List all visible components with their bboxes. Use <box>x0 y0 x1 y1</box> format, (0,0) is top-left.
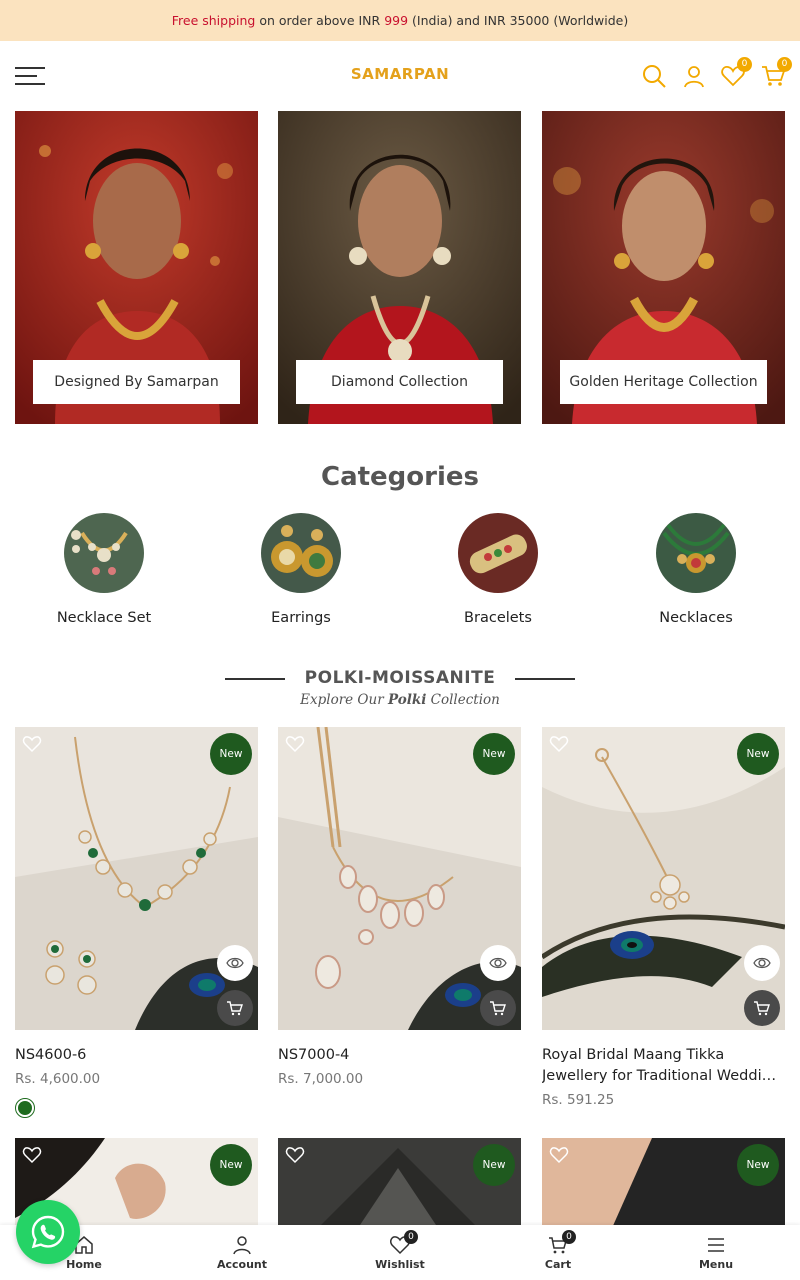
collection-banner-designed[interactable]: Designed By Samarpan <box>15 111 258 424</box>
category-label: Earrings <box>271 610 331 626</box>
collection-label[interactable]: Diamond Collection <box>296 360 503 404</box>
product-name[interactable]: NS4600-6 <box>15 1045 258 1066</box>
cart-count-badge: 0 <box>562 1230 576 1244</box>
new-badge: New <box>737 1144 779 1186</box>
cart-icon[interactable] <box>217 990 253 1026</box>
announcement-text: on order above INR <box>255 13 385 28</box>
eye-icon[interactable] <box>217 945 253 981</box>
section-title: POLKI-MOISSANITE <box>304 668 496 688</box>
heart-icon[interactable] <box>549 1145 569 1165</box>
collection-banner-golden[interactable]: Golden Heritage Collection <box>542 111 785 424</box>
account-icon[interactable] <box>681 63 707 89</box>
subtitle-pre: Explore Our <box>300 692 388 708</box>
category-necklaces[interactable]: Necklaces <box>606 513 786 633</box>
product-image[interactable]: New <box>15 727 258 1030</box>
wishlist-icon[interactable]: 0 <box>720 57 752 89</box>
product-image[interactable]: New <box>542 1138 785 1228</box>
cart-icon[interactable]: 0 <box>760 57 792 89</box>
wishlist-count-badge: 0 <box>737 57 752 72</box>
heart-icon[interactable] <box>549 734 569 754</box>
nav-cart[interactable]: 0 Cart <box>478 1225 638 1280</box>
new-badge: New <box>210 733 252 775</box>
collection-label[interactable]: Golden Heritage Collection <box>560 360 767 404</box>
category-bracelets[interactable]: Bracelets <box>408 513 588 633</box>
heart-icon[interactable] <box>22 734 42 754</box>
nav-label: Menu <box>698 1258 734 1271</box>
category-image <box>656 513 736 593</box>
bottom-navigation: Home Account 0 Wishlist 0 Cart Menu <box>0 1225 800 1280</box>
menu-icon[interactable] <box>15 67 45 85</box>
new-badge: New <box>737 733 779 775</box>
category-label: Necklace Set <box>56 610 152 626</box>
nav-menu[interactable]: Menu <box>636 1225 796 1280</box>
product-name[interactable]: NS7000-4 <box>278 1045 521 1066</box>
product-image[interactable]: New <box>542 727 785 1030</box>
category-image <box>261 513 341 593</box>
product-image[interactable]: New <box>278 727 521 1030</box>
category-label: Bracelets <box>464 610 532 626</box>
menu-icon <box>708 1238 724 1252</box>
nav-account[interactable]: Account <box>162 1225 322 1280</box>
product-price: Rs. 4,600.00 <box>15 1071 101 1087</box>
nav-label: Account <box>216 1258 268 1271</box>
heart-icon[interactable] <box>22 1145 42 1165</box>
new-badge: New <box>473 1144 515 1186</box>
nav-label: Wishlist <box>375 1258 425 1271</box>
product-price: Rs. 7,000.00 <box>278 1071 364 1087</box>
category-earrings[interactable]: Earrings <box>211 513 391 633</box>
new-badge: New <box>473 733 515 775</box>
product-image[interactable]: New <box>278 1138 521 1228</box>
search-icon[interactable] <box>641 63 667 89</box>
cart-count-badge: 0 <box>777 57 792 72</box>
site-header: SAMARPAN 0 0 <box>0 41 800 111</box>
subtitle-post: Collection <box>426 692 500 708</box>
categories-heading: Categories <box>320 462 479 492</box>
collection-banner-diamond[interactable]: Diamond Collection <box>278 111 521 424</box>
announcement-text-end: (India) and INR 35000 (Worldwide) <box>408 13 629 28</box>
announcement-bar: Free shipping on order above INR 999 (In… <box>0 0 800 41</box>
eye-icon[interactable] <box>480 945 516 981</box>
subtitle-bold: Polki <box>387 692 427 708</box>
nav-wishlist[interactable]: 0 Wishlist <box>320 1225 480 1280</box>
site-logo[interactable]: SAMARPAN <box>330 65 470 83</box>
category-label: Necklaces <box>659 610 733 626</box>
cart-icon[interactable] <box>744 990 780 1026</box>
new-badge: New <box>210 1144 252 1186</box>
nav-label: Home <box>66 1258 102 1271</box>
cart-icon[interactable] <box>480 990 516 1026</box>
product-price: Rs. 591.25 <box>542 1092 615 1108</box>
heart-icon[interactable] <box>285 1145 305 1165</box>
eye-icon[interactable] <box>744 945 780 981</box>
color-swatch[interactable] <box>15 1098 35 1118</box>
section-subtitle: Explore Our Polki Collection <box>0 692 800 708</box>
account-icon <box>233 1236 251 1255</box>
category-image <box>64 513 144 593</box>
category-necklace-set[interactable]: Necklace Set <box>14 513 194 633</box>
free-shipping-text: Free shipping <box>171 13 256 28</box>
wishlist-count-badge: 0 <box>404 1230 418 1244</box>
announcement-threshold: 999 <box>384 13 409 28</box>
collection-label[interactable]: Designed By Samarpan <box>33 360 240 404</box>
whatsapp-button[interactable] <box>16 1200 80 1264</box>
whatsapp-icon <box>31 1215 65 1249</box>
category-image <box>458 513 538 593</box>
product-name[interactable]: Royal Bridal Maang Tikka Jewellery for T… <box>542 1045 785 1087</box>
heart-icon[interactable] <box>285 734 305 754</box>
nav-label: Cart <box>544 1258 572 1271</box>
